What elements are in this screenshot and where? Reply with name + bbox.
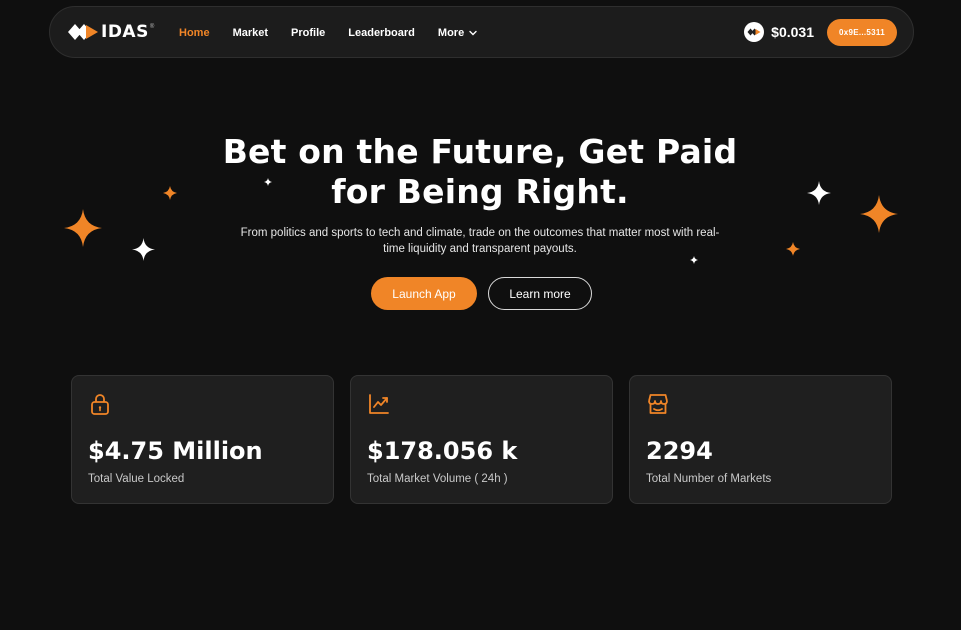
hero-title-line-2: for Being Right.	[331, 172, 629, 211]
logo-text: IDAS	[101, 22, 149, 42]
nav-link-leaderboard[interactable]: Leaderboard	[348, 27, 415, 39]
sparkle-icon	[163, 186, 177, 200]
navbar: IDAS ® Home Market Profile Leaderboard M…	[49, 6, 914, 58]
nav-link-profile[interactable]: Profile	[291, 27, 325, 39]
token-price: $0.031	[744, 21, 814, 43]
sparkle-icon	[786, 242, 800, 256]
stat-card-markets: 2294 Total Number of Markets	[629, 375, 892, 504]
stat-label: Total Value Locked	[88, 473, 185, 485]
sparkle-icon	[690, 256, 698, 264]
token-icon	[744, 22, 765, 42]
hero-title: Bet on the Future, Get Paid for Being Ri…	[180, 132, 780, 212]
sparkle-icon	[132, 238, 155, 261]
hero-title-line-1: Bet on the Future, Get Paid	[222, 132, 738, 171]
learn-more-button[interactable]: Learn more	[488, 277, 592, 310]
registered-mark: ®	[149, 24, 155, 30]
stat-card-tvl: $4.75 Million Total Value Locked	[71, 375, 334, 504]
hero-subtitle: From politics and sports to tech and cli…	[240, 227, 720, 255]
lock-icon	[91, 394, 109, 415]
stat-value: $178.056 k	[367, 437, 518, 465]
nav-link-more-label: More	[437, 27, 465, 39]
chevron-down-icon	[469, 30, 477, 36]
stat-label: Total Number of Markets	[646, 473, 772, 485]
nav-link-more[interactable]: More	[438, 27, 477, 39]
stat-card-volume: $178.056 k Total Market Volume ( 24h )	[350, 375, 613, 504]
logo-icon	[68, 24, 98, 40]
wallet-address-button[interactable]: 0x9E...5311	[827, 19, 897, 46]
trending-up-icon	[369, 394, 389, 414]
nav-link-home[interactable]: Home	[179, 27, 210, 39]
sparkle-icon	[64, 209, 102, 247]
sparkle-icon	[860, 195, 898, 233]
storefront-icon	[648, 394, 668, 414]
stat-value: $4.75 Million	[88, 437, 263, 465]
sparkle-icon	[807, 181, 831, 205]
token-price-value: $0.031	[771, 24, 814, 40]
launch-app-button[interactable]: Launch App	[371, 277, 477, 310]
logo[interactable]: IDAS ®	[67, 21, 154, 43]
nav-link-market[interactable]: Market	[233, 27, 268, 39]
stat-label: Total Market Volume ( 24h )	[367, 473, 508, 485]
nav-links: Home Market Profile Leaderboard More	[179, 7, 500, 59]
stat-value: 2294	[646, 437, 713, 465]
